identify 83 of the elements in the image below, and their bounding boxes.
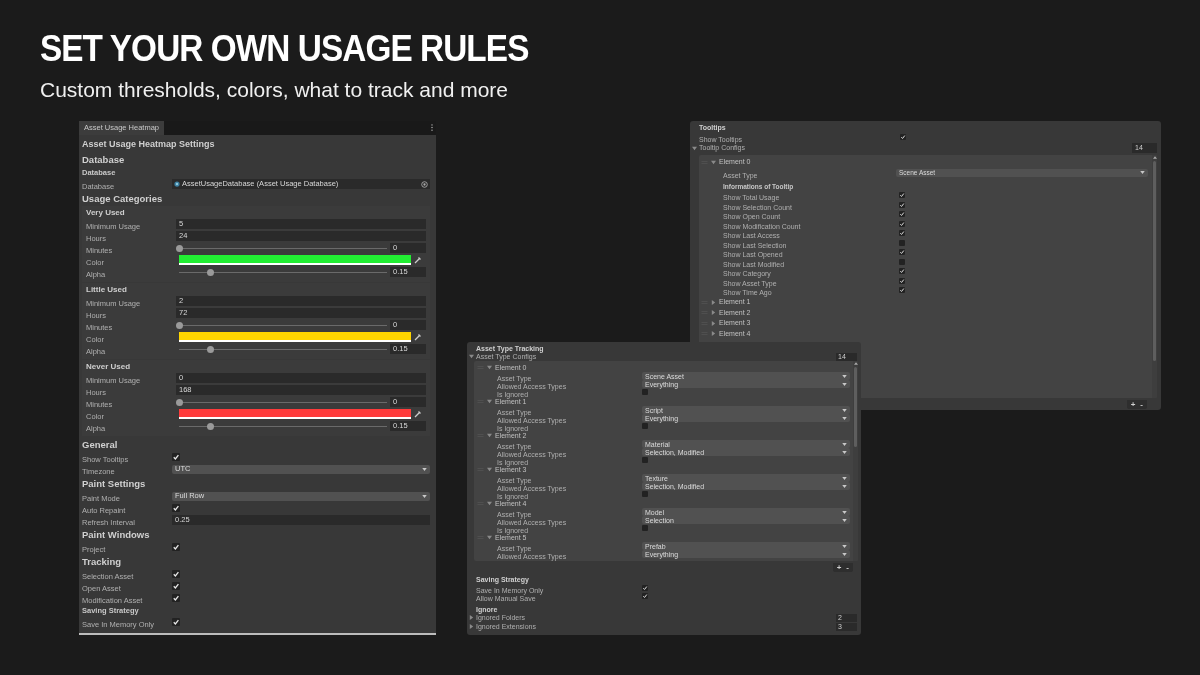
headline: SET YOUR OWN USAGE RULES	[40, 30, 529, 67]
checkbox[interactable]	[172, 543, 180, 551]
checkbox[interactable]	[899, 239, 905, 246]
section-heading: Database	[82, 153, 126, 166]
scrollbar[interactable]	[853, 361, 858, 561]
caret-icon	[422, 494, 427, 498]
caret-icon	[422, 467, 427, 471]
checkbox[interactable]	[642, 389, 648, 395]
caret-icon	[1140, 171, 1145, 174]
checkbox[interactable]	[642, 593, 648, 599]
section-heading: Paint Settings	[82, 477, 147, 490]
foldout-arrow-icon[interactable]	[487, 432, 492, 438]
slider-track[interactable]	[179, 398, 387, 406]
foldout-arrow-icon[interactable]	[711, 310, 716, 316]
foldout-arrow-icon[interactable]	[711, 320, 716, 326]
scrollbar[interactable]	[1152, 155, 1157, 398]
subtitle: Custom thresholds, colors, what to track and more	[40, 79, 510, 100]
checkbox[interactable]	[899, 201, 905, 208]
foldout-arrow-icon[interactable]	[487, 534, 492, 540]
checkbox[interactable]	[172, 570, 180, 578]
checkbox[interactable]	[900, 133, 906, 140]
category-title: Little Used	[86, 284, 128, 295]
checkbox[interactable]	[642, 423, 648, 429]
slider-thumb[interactable]	[176, 398, 183, 406]
checkbox[interactable]	[899, 230, 905, 237]
checkbox[interactable]	[642, 457, 648, 463]
foldout-arrow-icon[interactable]	[692, 145, 697, 151]
remove-button[interactable]: -	[1139, 400, 1144, 409]
checkbox[interactable]	[899, 249, 905, 256]
window-title: Asset Usage Heatmap Settings	[82, 138, 216, 151]
foldout-arrow-icon[interactable]	[469, 615, 474, 620]
add-button[interactable]: +	[1129, 400, 1137, 409]
foldout-arrow-icon[interactable]	[487, 500, 492, 506]
slider-thumb[interactable]	[207, 345, 215, 353]
section-heading: Paint Windows	[82, 528, 151, 541]
remove-button[interactable]: -	[845, 563, 850, 572]
checkbox[interactable]	[172, 504, 180, 512]
checkbox[interactable]	[899, 192, 905, 199]
section-heading: General	[82, 438, 119, 451]
eyedropper-icon[interactable]	[414, 256, 422, 264]
slider-thumb[interactable]	[176, 321, 183, 329]
slider-track[interactable]	[179, 268, 387, 276]
database-icon	[174, 181, 180, 187]
checkbox[interactable]	[172, 618, 180, 626]
section-heading: Usage Categories	[82, 192, 164, 205]
scroll-up-icon[interactable]	[1152, 156, 1157, 159]
category-title: Very Used	[86, 207, 126, 218]
checkbox[interactable]	[899, 258, 905, 265]
checkbox[interactable]	[899, 277, 905, 284]
eyedropper-icon[interactable]	[414, 410, 422, 418]
checkbox[interactable]	[642, 525, 648, 531]
checkbox[interactable]	[899, 268, 905, 275]
foldout-arrow-icon[interactable]	[711, 159, 716, 165]
slider-thumb[interactable]	[207, 422, 215, 430]
category-title: Never Used	[86, 361, 132, 372]
section-heading: Tracking	[82, 555, 123, 568]
foldout-arrow-icon[interactable]	[487, 398, 492, 404]
foldout-arrow-icon[interactable]	[487, 364, 492, 370]
checkbox[interactable]	[642, 585, 648, 591]
checkbox[interactable]	[899, 220, 905, 227]
foldout-arrow-icon[interactable]	[469, 624, 474, 629]
checkbox[interactable]	[899, 287, 905, 294]
foldout-arrow-icon[interactable]	[469, 354, 474, 359]
color-swatch[interactable]	[179, 332, 411, 342]
add-button[interactable]: +	[835, 563, 843, 572]
checkbox[interactable]	[172, 594, 180, 602]
slider-thumb[interactable]	[207, 268, 215, 276]
foldout-arrow-icon[interactable]	[487, 466, 492, 472]
checkbox[interactable]	[172, 582, 180, 590]
color-swatch[interactable]	[179, 409, 411, 419]
checkbox[interactable]	[899, 211, 905, 218]
slider-track[interactable]	[179, 244, 387, 252]
slider-track[interactable]	[179, 422, 387, 430]
eyedropper-icon[interactable]	[414, 333, 422, 341]
target-icon[interactable]	[421, 180, 428, 188]
foldout-arrow-icon[interactable]	[711, 299, 716, 305]
checkbox[interactable]	[642, 491, 648, 497]
color-swatch[interactable]	[179, 255, 411, 265]
slider-thumb[interactable]	[176, 244, 183, 252]
foldout-arrow-icon[interactable]	[711, 331, 716, 337]
slider-track[interactable]	[179, 321, 387, 329]
checkbox[interactable]	[172, 453, 180, 461]
slider-track[interactable]	[179, 345, 387, 353]
